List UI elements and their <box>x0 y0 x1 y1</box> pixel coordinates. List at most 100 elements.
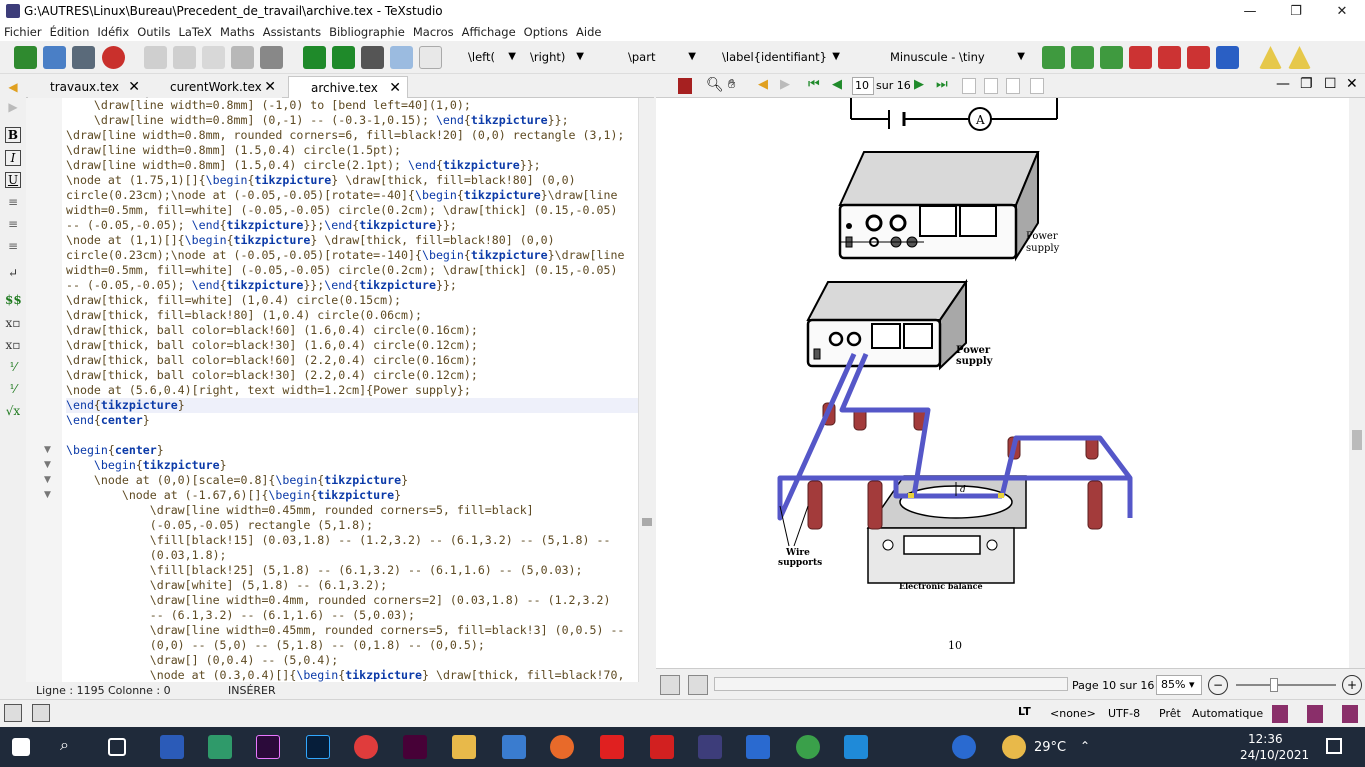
editor-scrollbar[interactable] <box>638 98 654 682</box>
bookmark-previous-icon[interactable] <box>1307 705 1323 723</box>
math-mode-icon[interactable]: $$ <box>5 293 22 307</box>
minimize-button[interactable]: — <box>1227 0 1273 23</box>
texstudio-taskbar-icon[interactable] <box>698 735 722 759</box>
warning-next-icon[interactable] <box>1288 46 1311 69</box>
help-icon[interactable] <box>952 735 976 759</box>
menu-macros[interactable]: Macros <box>409 23 458 41</box>
tray-arrow-icon[interactable]: ⌃ <box>1080 739 1090 753</box>
sqrt-icon[interactable]: √x <box>5 404 21 418</box>
zoom-out-icon[interactable]: − <box>1208 675 1228 695</box>
paste-icon[interactable] <box>260 46 283 69</box>
code-line[interactable]: \node at (0,0)[scale=0.8]{\begin{tikzpic… <box>66 473 638 488</box>
code-editor[interactable]: ▼ ▼ ▼ ▼ \draw[line width=0.8mm] (-1,0) t… <box>26 98 638 682</box>
encoding-select[interactable]: UTF-8 <box>1108 707 1140 720</box>
code-line[interactable]: -- (6.1,3.2) -- (6.1,1.6) -- (5,0.03); <box>66 608 638 623</box>
clock-date[interactable]: 24/10/2021 <box>1240 748 1309 762</box>
zoom-in-icon[interactable]: + <box>1342 675 1362 695</box>
menu-latex[interactable]: LaTeX <box>174 23 215 41</box>
clock-time[interactable]: 12:36 <box>1248 732 1283 746</box>
code-line[interactable]: \draw[line width=0.8mm] (-1,0) to [bend … <box>66 98 638 113</box>
arrow-right-icon[interactable]: ▶ <box>5 100 21 114</box>
code-line[interactable]: \end{tikzpicture} <box>66 398 638 413</box>
search-icon[interactable]: ⌕ <box>60 735 84 759</box>
table-align-icon[interactable] <box>1216 46 1239 69</box>
italic-icon[interactable]: I <box>5 150 21 166</box>
tab-travaux[interactable]: travaux.tex ✕ <box>28 76 146 98</box>
app-icon[interactable] <box>502 735 526 759</box>
table-remove-column-icon[interactable] <box>1158 46 1181 69</box>
back-icon[interactable]: ◀ <box>758 77 768 92</box>
code-line[interactable]: width=0.5mm, fill=white] (-0.05,-0.05) c… <box>66 263 638 278</box>
code-line[interactable]: -- (-0.05,-0.05); \end{tikzpicture}};\en… <box>66 278 638 293</box>
zoom-select[interactable]: 85% ▾ <box>1156 675 1202 695</box>
code-line[interactable]: \draw[thick, fill=black!80] (1,0.4) circ… <box>66 308 638 323</box>
newline-icon[interactable]: ↵ <box>5 266 21 280</box>
scrollbar-thumb[interactable] <box>642 518 652 526</box>
pdf-scrollbar[interactable] <box>1349 98 1365 668</box>
code-line[interactable]: \draw[line width=0.45mm, rounded corners… <box>66 623 638 638</box>
close-icon[interactable]: ✕ <box>264 76 276 98</box>
pdf-book-icon[interactable] <box>678 78 692 94</box>
part-combo[interactable]: \part ▼ <box>628 46 698 68</box>
close-icon[interactable]: ✕ <box>128 76 140 98</box>
font-size-combo[interactable]: Minuscule - \tiny ▼ <box>890 46 1027 68</box>
next-page-icon[interactable]: ▶ <box>914 77 924 92</box>
table-insert-icon[interactable] <box>1100 46 1123 69</box>
weather-icon[interactable] <box>1002 735 1026 759</box>
undo-icon[interactable] <box>144 46 167 69</box>
word-icon[interactable] <box>160 735 184 759</box>
code-line[interactable]: \draw[thick, ball color=black!60] (1.6,0… <box>66 323 638 338</box>
acrobat-icon[interactable] <box>650 735 674 759</box>
compile-icon[interactable] <box>332 46 355 69</box>
code-line[interactable]: \begin{center} <box>66 443 638 458</box>
code-line[interactable]: circle(0.23cm);\node at (-0.05,-0.05)[ro… <box>66 188 638 203</box>
mode-status[interactable]: Automatique <box>1192 707 1263 720</box>
menu-options[interactable]: Options <box>520 23 572 41</box>
prev-page-icon[interactable]: ◀ <box>832 77 842 92</box>
code-line[interactable] <box>66 428 638 443</box>
close-pdf-icon[interactable]: ✕ <box>1346 76 1358 92</box>
code-line[interactable]: \fill[black!15] (0.03,1.8) -- (1.2,3.2) … <box>66 533 638 548</box>
code-line[interactable]: \draw[line width=0.8mm] (0,-1) -- (-0.3-… <box>66 113 638 128</box>
fraction-icon[interactable]: ⅟ <box>5 360 21 374</box>
restore-button[interactable]: ❐ <box>1273 0 1319 23</box>
menu-edition[interactable]: Édition <box>46 23 94 41</box>
hand-icon[interactable]: ✋︎ <box>728 77 735 92</box>
search-icon[interactable]: 🔍︎ <box>706 77 724 93</box>
copy-icon[interactable] <box>202 46 225 69</box>
fold-marker-icon[interactable]: ▼ <box>44 460 51 470</box>
languagetool-label[interactable]: LT <box>1018 705 1031 718</box>
code-line[interactable]: \draw[thick, fill=white] (1,0.4) circle(… <box>66 293 638 308</box>
warning-icon[interactable] <box>1259 46 1282 69</box>
code-line[interactable]: \draw[line width=0.4mm, rounded corners=… <box>66 593 638 608</box>
two-page-icon[interactable] <box>1006 78 1020 94</box>
close-window-button[interactable]: ✕ <box>1319 0 1365 23</box>
tab-curentwork[interactable]: curentWork.tex ✕ <box>148 76 282 98</box>
underline-icon[interactable]: U <box>5 172 21 188</box>
close-file-icon[interactable] <box>102 46 125 69</box>
pdf-sync-icon[interactable] <box>688 675 708 695</box>
first-page-icon[interactable]: ⏮ <box>808 77 820 92</box>
pdf-hscroll[interactable] <box>714 677 1068 691</box>
menu-idefix[interactable]: Idéfix <box>93 23 133 41</box>
code-line[interactable]: \node at (5.6,0.4)[right, text width=1.2… <box>66 383 638 398</box>
stop-icon[interactable] <box>361 46 384 69</box>
code-line[interactable]: \node at (1,1)[]{\begin{tikzpicture} \dr… <box>66 233 638 248</box>
notification-icon[interactable] <box>1326 738 1342 754</box>
arrow-left-icon[interactable]: ◀ <box>5 80 21 94</box>
right-delimiter-combo[interactable]: \right) ▼ <box>530 46 586 68</box>
windows-start-icon[interactable] <box>12 738 30 756</box>
dfrac-icon[interactable]: ⅟ <box>5 382 21 396</box>
table-add-row-icon[interactable] <box>1042 46 1065 69</box>
fit-page-icon[interactable] <box>1030 78 1044 94</box>
code-line[interactable]: \end{center} <box>66 413 638 428</box>
firefox-icon[interactable] <box>550 735 574 759</box>
maximize-pdf-icon[interactable]: ☐ <box>1324 76 1337 92</box>
youtube-icon[interactable] <box>600 735 624 759</box>
task-view-icon[interactable] <box>108 738 126 756</box>
subscript-icon[interactable]: x▫ <box>5 316 21 330</box>
cut-icon[interactable] <box>231 46 254 69</box>
menu-bibliographie[interactable]: Bibliographie <box>325 23 409 41</box>
language-select[interactable]: <none> <box>1050 707 1096 720</box>
tab-archive[interactable]: archive.tex ✕ <box>288 76 408 98</box>
